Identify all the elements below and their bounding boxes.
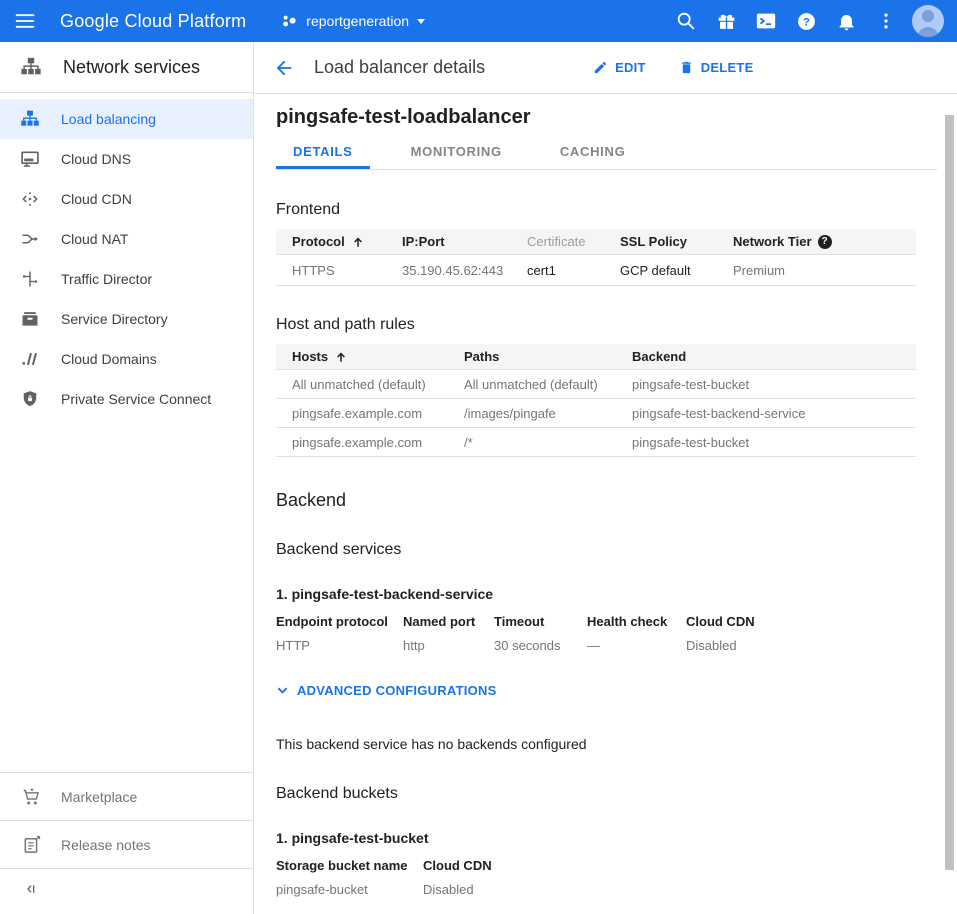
backend-service-fields: Endpoint protocol HTTP Named port http T…: [276, 614, 938, 653]
page-title: Load balancer details: [314, 57, 485, 78]
sidebar-item-marketplace[interactable]: Marketplace: [0, 772, 253, 820]
project-switcher[interactable]: reportgeneration: [282, 13, 425, 29]
tab-bar: DETAILS MONITORING CACHING: [276, 136, 937, 170]
sort-ascending-icon: [352, 236, 364, 248]
main-panel: Load balancer details EDIT DELETE pingsa…: [254, 42, 957, 914]
column-ip-port[interactable]: IP:Port: [402, 234, 527, 249]
sidebar-header: Network services: [0, 42, 253, 93]
more-vertical-icon[interactable]: [866, 1, 906, 41]
column-paths[interactable]: Paths: [464, 349, 632, 364]
network-services-icon: [20, 56, 42, 78]
archive-box-icon: [20, 309, 40, 329]
column-backend[interactable]: Backend: [632, 349, 916, 364]
loadbalancer-name: pingsafe-test-loadbalancer: [276, 106, 938, 129]
nat-arrows-icon: [20, 229, 40, 249]
sidebar-item-cloud-cdn[interactable]: Cloud CDN: [0, 179, 253, 219]
sidebar-item-load-balancing[interactable]: Load balancing: [0, 99, 253, 139]
no-backends-message: This backend service has no backends con…: [276, 736, 938, 752]
field-storage-bucket-name: Storage bucket name pingsafe-bucket: [276, 858, 423, 897]
sidebar-item-service-directory[interactable]: Service Directory: [0, 299, 253, 339]
sidebar: Network services Load balancing Cloud DN…: [0, 42, 254, 914]
brand-title[interactable]: Google Cloud Platform: [60, 11, 246, 32]
cdn-diamond-icon: [20, 189, 40, 209]
host-path-row: pingsafe.example.com /images/pingafe pin…: [276, 399, 916, 428]
monitor-icon: [20, 149, 40, 169]
sidebar-title: Network services: [63, 57, 200, 78]
advanced-configurations-toggle[interactable]: ADVANCED CONFIGURATIONS: [276, 683, 938, 698]
header-actions: ?: [666, 1, 957, 41]
column-certificate[interactable]: Certificate: [527, 234, 620, 249]
project-icon: [282, 13, 298, 29]
tab-caching[interactable]: CACHING: [543, 136, 643, 169]
help-badge-icon[interactable]: ?: [818, 235, 832, 249]
gift-icon[interactable]: [706, 1, 746, 41]
frontend-table-row: HTTPS 35.190.45.62:443 cert1 GCP default…: [276, 255, 916, 286]
column-ssl-policy[interactable]: SSL Policy: [620, 234, 733, 249]
host-path-rules-heading: Host and path rules: [276, 316, 938, 334]
sidebar-item-cloud-nat[interactable]: Cloud NAT: [0, 219, 253, 259]
shopping-cart-icon: [22, 787, 42, 807]
chevron-down-icon: [276, 684, 289, 697]
delete-button[interactable]: DELETE: [679, 60, 754, 75]
sidebar-nav: Load balancing Cloud DNS Cloud CDN Cloud…: [0, 93, 253, 419]
backend-bucket-item-title: 1. pingsafe-test-bucket: [276, 830, 938, 846]
column-network-tier[interactable]: Network Tier ?: [733, 234, 916, 249]
sidebar-item-cloud-domains[interactable]: Cloud Domains: [0, 339, 253, 379]
sitemap-icon: [20, 109, 40, 129]
field-endpoint-protocol: Endpoint protocol HTTP: [276, 614, 403, 653]
collapse-left-icon: [22, 881, 38, 902]
menu-icon[interactable]: [4, 0, 46, 42]
field-named-port: Named port http: [403, 614, 494, 653]
avatar[interactable]: [912, 5, 944, 37]
frontend-heading: Frontend: [276, 201, 938, 219]
app-header: Google Cloud Platform reportgeneration ?: [0, 0, 957, 42]
notifications-bell-icon[interactable]: [826, 1, 866, 41]
release-notes-icon: [22, 835, 42, 855]
domains-slashes-icon: [20, 349, 40, 369]
action-bar: Load balancer details EDIT DELETE: [254, 42, 957, 94]
frontend-table: Protocol IP:Port Certificate SSL Policy …: [276, 229, 916, 286]
sidebar-footer: Marketplace Release notes: [0, 772, 253, 914]
chevron-down-icon: [417, 19, 425, 24]
search-icon[interactable]: [666, 1, 706, 41]
sidebar-item-release-notes[interactable]: Release notes: [0, 820, 253, 868]
backend-service-item-title: 1. pingsafe-test-backend-service: [276, 586, 938, 602]
field-cloud-cdn: Cloud CDN Disabled: [686, 614, 755, 653]
content: pingsafe-test-loadbalancer DETAILS MONIT…: [254, 106, 957, 897]
column-hosts[interactable]: Hosts: [276, 349, 464, 364]
edit-button[interactable]: EDIT: [593, 60, 646, 75]
sidebar-item-private-service-connect[interactable]: Private Service Connect: [0, 379, 253, 419]
cloud-shell-icon[interactable]: [746, 1, 786, 41]
scrollbar-thumb[interactable]: [945, 115, 954, 870]
back-arrow-icon[interactable]: [273, 57, 295, 79]
sort-ascending-icon: [335, 351, 347, 363]
scrollbar[interactable]: [940, 94, 957, 914]
svg-text:?: ?: [803, 16, 810, 28]
field-health-check: Health check —: [587, 614, 686, 653]
field-bucket-cloud-cdn: Cloud CDN Disabled: [423, 858, 492, 897]
sidebar-item-traffic-director[interactable]: Traffic Director: [0, 259, 253, 299]
avatar-person-icon: [922, 10, 934, 22]
frontend-table-header: Protocol IP:Port Certificate SSL Policy …: [276, 229, 916, 255]
host-path-rules-table: Hosts Paths Backend All unmatched (defau…: [276, 344, 916, 457]
traffic-director-icon: [20, 269, 40, 289]
shield-lock-icon: [20, 389, 40, 409]
backend-heading: Backend: [276, 490, 938, 511]
host-path-table-header: Hosts Paths Backend: [276, 344, 916, 370]
field-timeout: Timeout 30 seconds: [494, 614, 587, 653]
collapse-sidebar-button[interactable]: [0, 868, 253, 914]
tab-monitoring[interactable]: MONITORING: [394, 136, 519, 169]
host-path-row: pingsafe.example.com /* pingsafe-test-bu…: [276, 428, 916, 457]
sidebar-item-cloud-dns[interactable]: Cloud DNS: [0, 139, 253, 179]
backend-services-heading: Backend services: [276, 541, 938, 559]
backend-buckets-heading: Backend buckets: [276, 785, 938, 803]
delete-label: DELETE: [701, 60, 754, 75]
column-protocol[interactable]: Protocol: [276, 234, 402, 249]
help-icon[interactable]: ?: [786, 1, 826, 41]
edit-label: EDIT: [615, 60, 646, 75]
project-name: reportgeneration: [306, 13, 409, 29]
backend-bucket-fields: Storage bucket name pingsafe-bucket Clou…: [276, 858, 938, 897]
host-path-row: All unmatched (default) All unmatched (d…: [276, 370, 916, 399]
tab-details[interactable]: DETAILS: [276, 136, 370, 169]
